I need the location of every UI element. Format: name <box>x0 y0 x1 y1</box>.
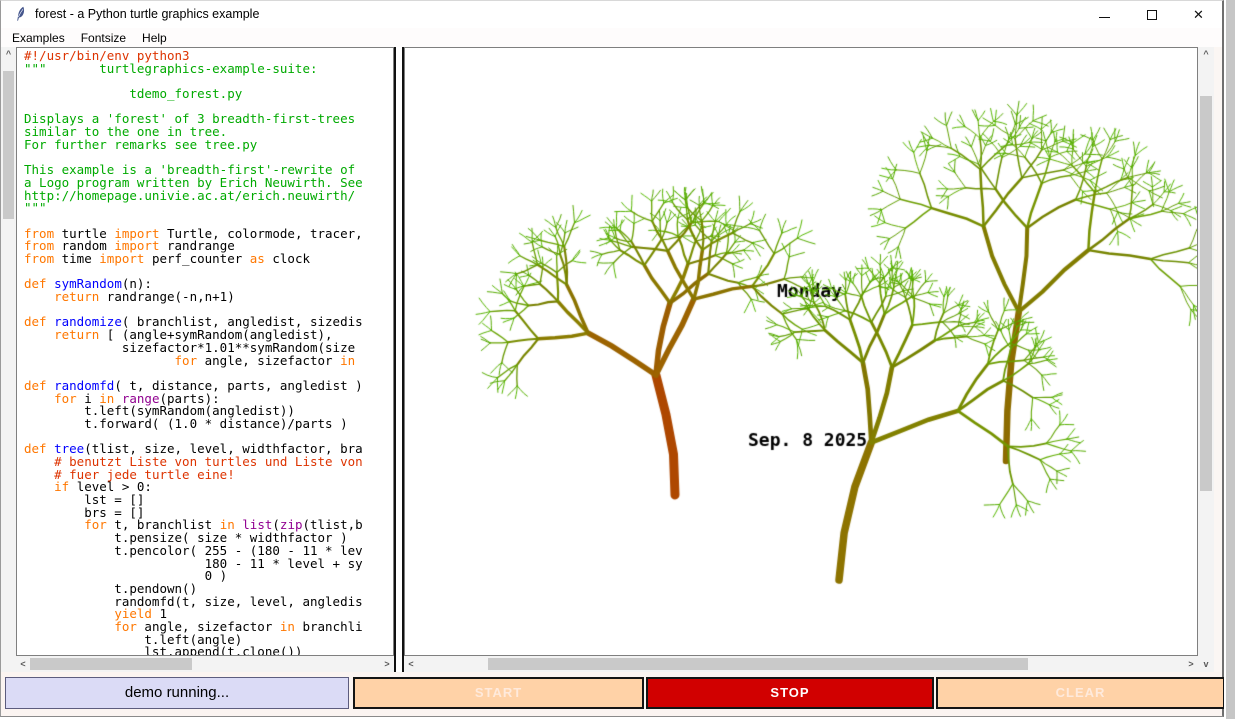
scrollbar-corner <box>1 656 16 672</box>
window-title: forest - a Python turtle graphics exampl… <box>35 7 259 21</box>
close-button[interactable]: ✕ <box>1175 1 1222 28</box>
python-feather-icon <box>12 6 28 22</box>
scroll-right-icon[interactable]: > <box>380 657 394 671</box>
scroll-left-icon[interactable]: < <box>404 657 418 671</box>
menu-item-examples[interactable]: Examples <box>7 31 70 45</box>
code-editor[interactable]: #!/usr/bin/env python3""" turtlegraphics… <box>16 47 394 656</box>
maximize-button[interactable] <box>1128 1 1175 28</box>
canvas-hscrollbar-thumb[interactable] <box>488 658 1028 670</box>
code-line: """ <box>24 202 393 215</box>
screen-edge <box>1224 0 1235 719</box>
code-line: lst.append(t.clone()) <box>24 646 393 656</box>
code-line: return randrange(-n,n+1) <box>24 291 393 304</box>
code-line: t.forward( (1.0 * distance)/parts ) <box>24 418 393 431</box>
code-line: """ turtlegraphics-example-suite: <box>24 63 393 76</box>
menu-item-fontsize[interactable]: Fontsize <box>76 31 131 45</box>
status-label: demo running... <box>5 677 349 709</box>
scroll-up-icon[interactable]: ^ <box>1198 47 1214 61</box>
bottom-bar: demo running... START STOP CLEAR <box>1 672 1222 716</box>
menu-bar: Examples Fontsize Help <box>1 28 1222 47</box>
code-line: tdemo_forest.py <box>24 88 393 101</box>
code-line: from time import perf_counter as clock <box>24 253 393 266</box>
code-text: #!/usr/bin/env python3""" turtlegraphics… <box>17 48 393 656</box>
code-vscrollbar[interactable]: ^ v <box>1 47 16 672</box>
turtle-canvas <box>405 48 1197 655</box>
start-button[interactable]: START <box>353 677 644 709</box>
code-line: http://homepage.univie.ac.at/erich.neuwi… <box>24 190 393 203</box>
canvas-vscrollbar[interactable]: ^ v <box>1198 47 1214 672</box>
code-hscrollbar-thumb[interactable] <box>30 658 192 670</box>
main-area: ^ v #!/usr/bin/env python3""" turtlegrap… <box>1 47 1222 672</box>
close-icon: ✕ <box>1193 7 1204 23</box>
maximize-icon <box>1147 10 1157 20</box>
stop-button[interactable]: STOP <box>646 677 934 709</box>
scroll-right-icon[interactable]: > <box>1184 657 1198 671</box>
minimize-button[interactable] <box>1081 1 1128 28</box>
code-hscrollbar[interactable]: < > <box>16 656 394 672</box>
scroll-down-icon[interactable]: v <box>1198 657 1214 671</box>
title-bar: forest - a Python turtle graphics exampl… <box>1 1 1222 28</box>
window-controls: ✕ <box>1081 1 1222 28</box>
canvas-hscrollbar[interactable]: < > <box>404 656 1198 672</box>
code-line: For further remarks see tree.py <box>24 139 393 152</box>
menu-item-help[interactable]: Help <box>137 31 172 45</box>
canvas-vscrollbar-thumb[interactable] <box>1200 96 1212 491</box>
clear-button[interactable]: CLEAR <box>936 677 1225 709</box>
turtle-canvas-pane <box>404 47 1198 656</box>
app-window: forest - a Python turtle graphics exampl… <box>0 0 1224 717</box>
scroll-left-icon[interactable]: < <box>16 657 30 671</box>
code-line: for angle, sizefactor in <box>24 355 393 368</box>
pane-sash[interactable] <box>394 47 404 672</box>
scroll-up-icon[interactable]: ^ <box>1 47 16 61</box>
minimize-icon <box>1099 17 1110 18</box>
code-vscrollbar-thumb[interactable] <box>3 71 14 219</box>
